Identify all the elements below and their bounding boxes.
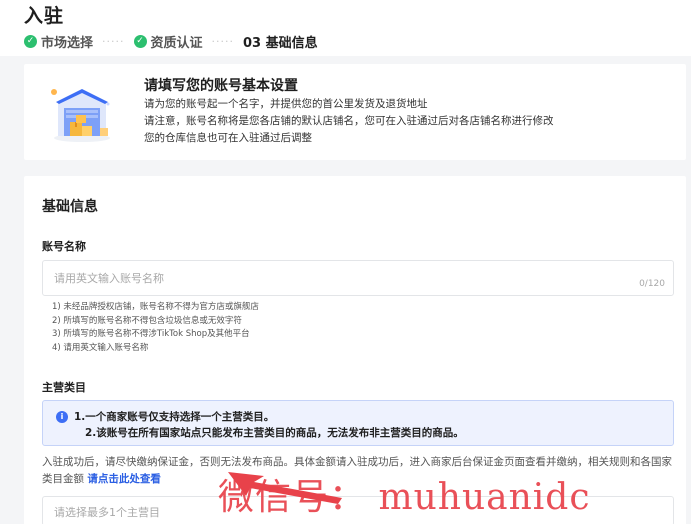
check-circle-icon: ✓: [24, 35, 37, 48]
page-title: 入驻: [24, 5, 65, 27]
intro-title: 请填写您的账号基本设置: [144, 78, 298, 94]
category-notice: i 1.一个商家账号仅支持选择一个主营类目。 2.该账号在所有国家站点只能发布主…: [42, 400, 674, 446]
view-rules-link[interactable]: 请点击此处查看: [87, 473, 161, 485]
step-label: 市场选择: [41, 36, 94, 51]
step-indicator: ✓ 市场选择 ····· ✓ 资质认证 ····· 03 基础信息: [24, 32, 667, 51]
notice-line: 2.该账号在所有国家站点只能发布主营类目的商品，无法发布非主营类目的商品。: [85, 427, 464, 439]
rule-item: 3) 所填写的账号名称不得涉TikTok Shop及其他平台: [52, 329, 250, 339]
intro-line: 请注意，账号名称将是您各店铺的默认店铺名，您可在入驻通过后对各店铺名称进行修改: [144, 115, 554, 127]
intro-line: 请为您的账号起一个名字，并提供您的首公里发货及退货地址: [144, 98, 428, 110]
account-name-rules: 1) 未经品牌授权店铺，账号名称不得为官方店或旗舰店 2) 所填写的账号名称不得…: [52, 301, 259, 355]
page-header: 入驻 ✓ 市场选择 ····· ✓ 资质认证 ····· 03 基础信息: [0, 0, 691, 56]
rule-item: 2) 所填写的账号名称不得包含垃圾信息或无效字符: [52, 315, 242, 326]
section-title: 基础信息: [42, 199, 98, 215]
input-placeholder: 请用英文输入账号名称: [54, 272, 164, 285]
char-counter: 0/120: [639, 279, 665, 289]
account-name-label: 账号名称: [42, 240, 86, 253]
step-separator: ·····: [102, 35, 125, 48]
main-category-label: 主营类目: [42, 381, 86, 394]
step-label: 03 基础信息: [243, 36, 318, 51]
account-name-input[interactable]: 请用英文输入账号名称 0/120: [42, 260, 674, 296]
step-separator: ·····: [211, 35, 234, 48]
step-basic-info: 03 基础信息: [243, 32, 318, 51]
intro-line: 您的仓库信息也可在入驻通过后调整: [144, 132, 312, 144]
notice-text: 1.一个商家账号仅支持选择一个主营类目。 2.该账号在所有国家站点只能发布主营类…: [74, 409, 464, 441]
check-circle-icon: ✓: [133, 35, 147, 48]
rule-item: 1) 未经品牌授权店铺，账号名称不得为官方店或旗舰店: [52, 302, 259, 312]
intro-text: 请填写您的账号基本设置 请为您的账号起一个名字，并提供您的首公里发货及退货地址 …: [144, 76, 554, 147]
watermark: 微信号： muhuanidc: [218, 477, 591, 518]
info-icon: i: [56, 411, 68, 423]
notice-line: 1.一个商家账号仅支持选择一个主营类目。: [74, 411, 275, 423]
intro-card: 请填写您的账号基本设置 请为您的账号起一个名字，并提供您的首公里发货及退货地址 …: [24, 64, 686, 160]
step-label: 资质认证: [150, 36, 203, 51]
rule-item: 4) 请用英文输入账号名称: [52, 342, 149, 353]
step-qualification: ✓ 资质认证: [133, 32, 203, 51]
step-market: ✓ 市场选择: [24, 32, 93, 51]
select-placeholder: 请选择最多1个主营目: [54, 506, 160, 519]
warehouse-illustration-icon: [51, 89, 110, 142]
